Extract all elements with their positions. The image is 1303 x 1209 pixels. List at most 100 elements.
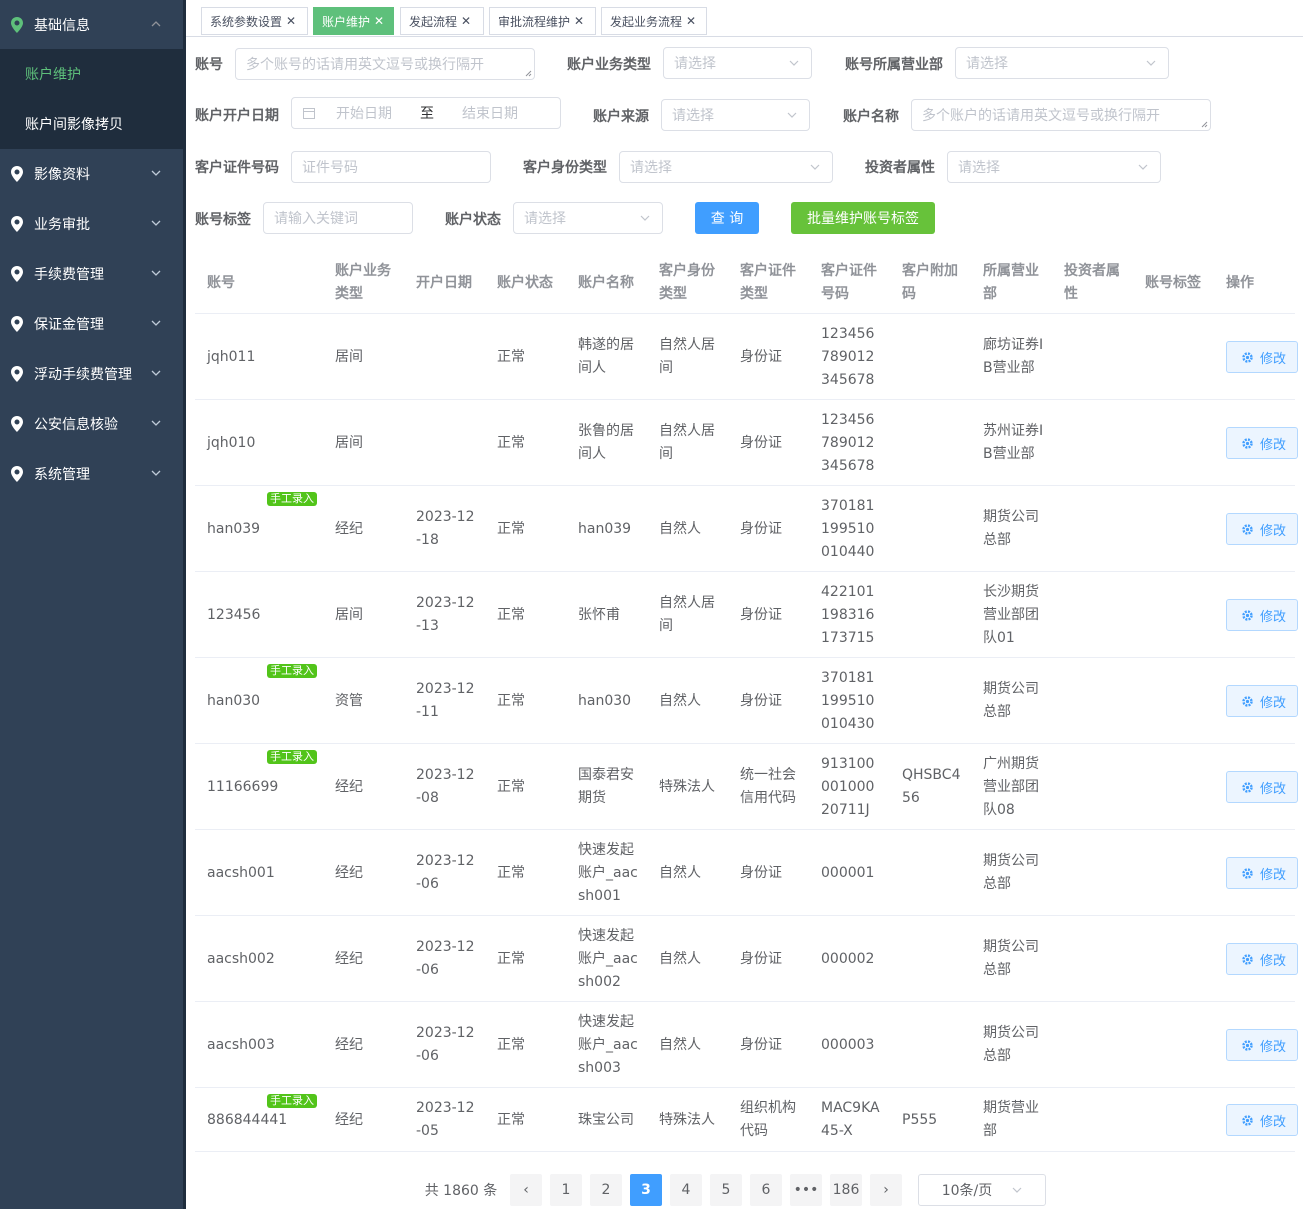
cell-id-type: 自然人 [659,950,701,967]
edit-button[interactable]: 修改 [1226,857,1298,889]
pagination-next-button[interactable]: › [870,1174,902,1206]
cell-status: 正常 [497,520,525,537]
pagination-page-5[interactable]: 5 [710,1174,742,1206]
account-name-textarea[interactable]: 多个账户的话请用英文逗号或换行隔开 [911,99,1211,131]
cell-branch: 期货公司总部 [983,1025,1039,1064]
status-select[interactable]: 请选择 [513,202,663,234]
tab-start-business-flow[interactable]: 发起业务流程 ✕ [601,7,707,35]
close-icon[interactable]: ✕ [374,14,384,28]
location-pin-icon [11,316,23,332]
chevron-down-icon [640,215,650,221]
investor-select[interactable]: 请选择 [947,151,1161,183]
sidebar-item-margin-management[interactable]: 保证金管理 [0,299,183,349]
close-icon[interactable]: ✕ [461,14,471,28]
pagination-page-1[interactable]: 1 [550,1174,582,1206]
cell-biz-type: 经纪 [335,778,363,795]
tab-account-maintenance[interactable]: 账户维护 ✕ [313,7,394,35]
sidebar-item-label: 基础信息 [34,18,90,34]
page-size-select[interactable]: 10条/页 [918,1174,1046,1206]
cell-extra-code [902,400,964,486]
cell-id-type: 自然人居间 [659,423,715,462]
col-header-investor: 投资者属性 [1064,263,1120,302]
pagination-page-last[interactable]: 186 [830,1174,862,1206]
tab-label: 发起流程 [409,14,458,29]
close-icon[interactable]: ✕ [686,14,696,28]
col-header-account: 账号 [207,274,235,291]
account-name-placeholder: 多个账户的话请用英文逗号或换行隔开 [922,108,1160,124]
cell-investor [1064,1002,1126,1088]
cell-id-type: 自然人居间 [659,595,715,634]
pagination-prev-button[interactable]: ‹ [510,1174,542,1206]
cell-status: 正常 [497,1111,525,1128]
tab-approval-flow[interactable]: 审批流程维护 ✕ [489,7,596,35]
pagination-page-3[interactable]: 3 [630,1174,662,1206]
sidebar-subitem-image-copy[interactable]: 账户间影像拷贝 [0,99,183,149]
cell-branch: 期货公司总部 [983,509,1039,548]
sidebar-item-police-verify[interactable]: 公安信息核验 [0,399,183,449]
chevron-down-icon [1146,60,1156,66]
tab-start-flow[interactable]: 发起流程 ✕ [400,7,484,35]
sidebar-item-image-data[interactable]: 影像资料 [0,149,183,199]
sidebar-item-system-management[interactable]: 系统管理 [0,449,183,499]
sidebar-subitem-account-maintenance[interactable]: 账户维护 [0,49,183,99]
cell-id-type: 自然人 [659,520,701,537]
cell-cert-type: 身份证 [740,348,782,365]
edit-button[interactable]: 修改 [1226,427,1298,459]
account-textarea[interactable]: 多个账号的话请用英文逗号或换行隔开 [235,48,535,80]
tab-system-params[interactable]: 系统参数设置 ✕ [201,7,308,35]
cell-biz-type: 经纪 [335,520,363,537]
pagination-page-4[interactable]: 4 [670,1174,702,1206]
source-select[interactable]: 请选择 [661,99,810,131]
edit-button[interactable]: 修改 [1226,943,1298,975]
cell-name: 快速发起账户_aacsh002 [578,927,638,990]
app-root: 基础信息 账户维护 账户间影像拷贝 影像资料 业务审批 手续费管理 保证金管理 [0,0,1303,1209]
sidebar-item-fee-management[interactable]: 手续费管理 [0,249,183,299]
query-button[interactable]: 查 询 [695,202,759,234]
cell-investor [1064,1088,1126,1152]
chevron-down-icon [151,470,161,476]
edit-button[interactable]: 修改 [1226,513,1298,545]
pagination-page-6[interactable]: 6 [750,1174,782,1206]
cell-extra-code [902,658,964,744]
sidebar-item-basic-info[interactable]: 基础信息 [0,0,183,50]
gear-icon [1242,351,1253,363]
calendar-icon [303,108,315,119]
tab-label: 发起业务流程 [610,14,683,29]
branch-select[interactable]: 请选择 [955,47,1169,79]
chevron-down-icon [151,370,161,376]
cell-investor [1064,486,1126,572]
col-header-biz-type: 账户业务类型 [335,263,391,302]
cell-biz-type: 居间 [335,606,363,623]
location-pin-icon [11,166,23,182]
edit-button[interactable]: 修改 [1226,1029,1298,1061]
batch-tag-button[interactable]: 批量维护账号标签 [791,202,935,234]
edit-button[interactable]: 修改 [1226,771,1298,803]
pagination-page-2[interactable]: 2 [590,1174,622,1206]
cell-cert-type: 身份证 [740,864,782,881]
close-icon[interactable]: ✕ [574,14,584,28]
id-no-input[interactable]: 证件号码 [291,151,491,183]
cell-biz-type: 居间 [335,348,363,365]
edit-button-label: 修改 [1260,953,1287,969]
acct-tag-input[interactable]: 请输入关键词 [263,202,413,234]
sidebar-item-floating-fee[interactable]: 浮动手续费管理 [0,349,183,399]
pagination-more[interactable]: ••• [790,1174,822,1206]
chevron-down-icon [151,270,161,276]
cell-biz-type: 资管 [335,692,363,709]
gear-icon [1242,1039,1253,1051]
edit-button[interactable]: 修改 [1226,341,1298,373]
biz-type-select[interactable]: 请选择 [663,47,812,79]
edit-button[interactable]: 修改 [1226,1104,1298,1136]
cell-cert-type: 身份证 [740,1036,782,1053]
open-date-range[interactable]: 开始日期 至 结束日期 [291,97,561,129]
edit-button[interactable]: 修改 [1226,599,1298,631]
cell-cert-type: 组织机构代码 [740,1100,796,1139]
edit-button[interactable]: 修改 [1226,685,1298,717]
location-pin-icon [11,466,23,482]
cell-branch: 廊坊证券IB营业部 [983,337,1044,376]
sidebar-item-business-approval[interactable]: 业务审批 [0,199,183,249]
id-type-select[interactable]: 请选择 [619,151,833,183]
close-icon[interactable]: ✕ [286,14,296,28]
end-date-placeholder: 结束日期 [462,106,518,122]
gear-icon [1242,1114,1253,1126]
